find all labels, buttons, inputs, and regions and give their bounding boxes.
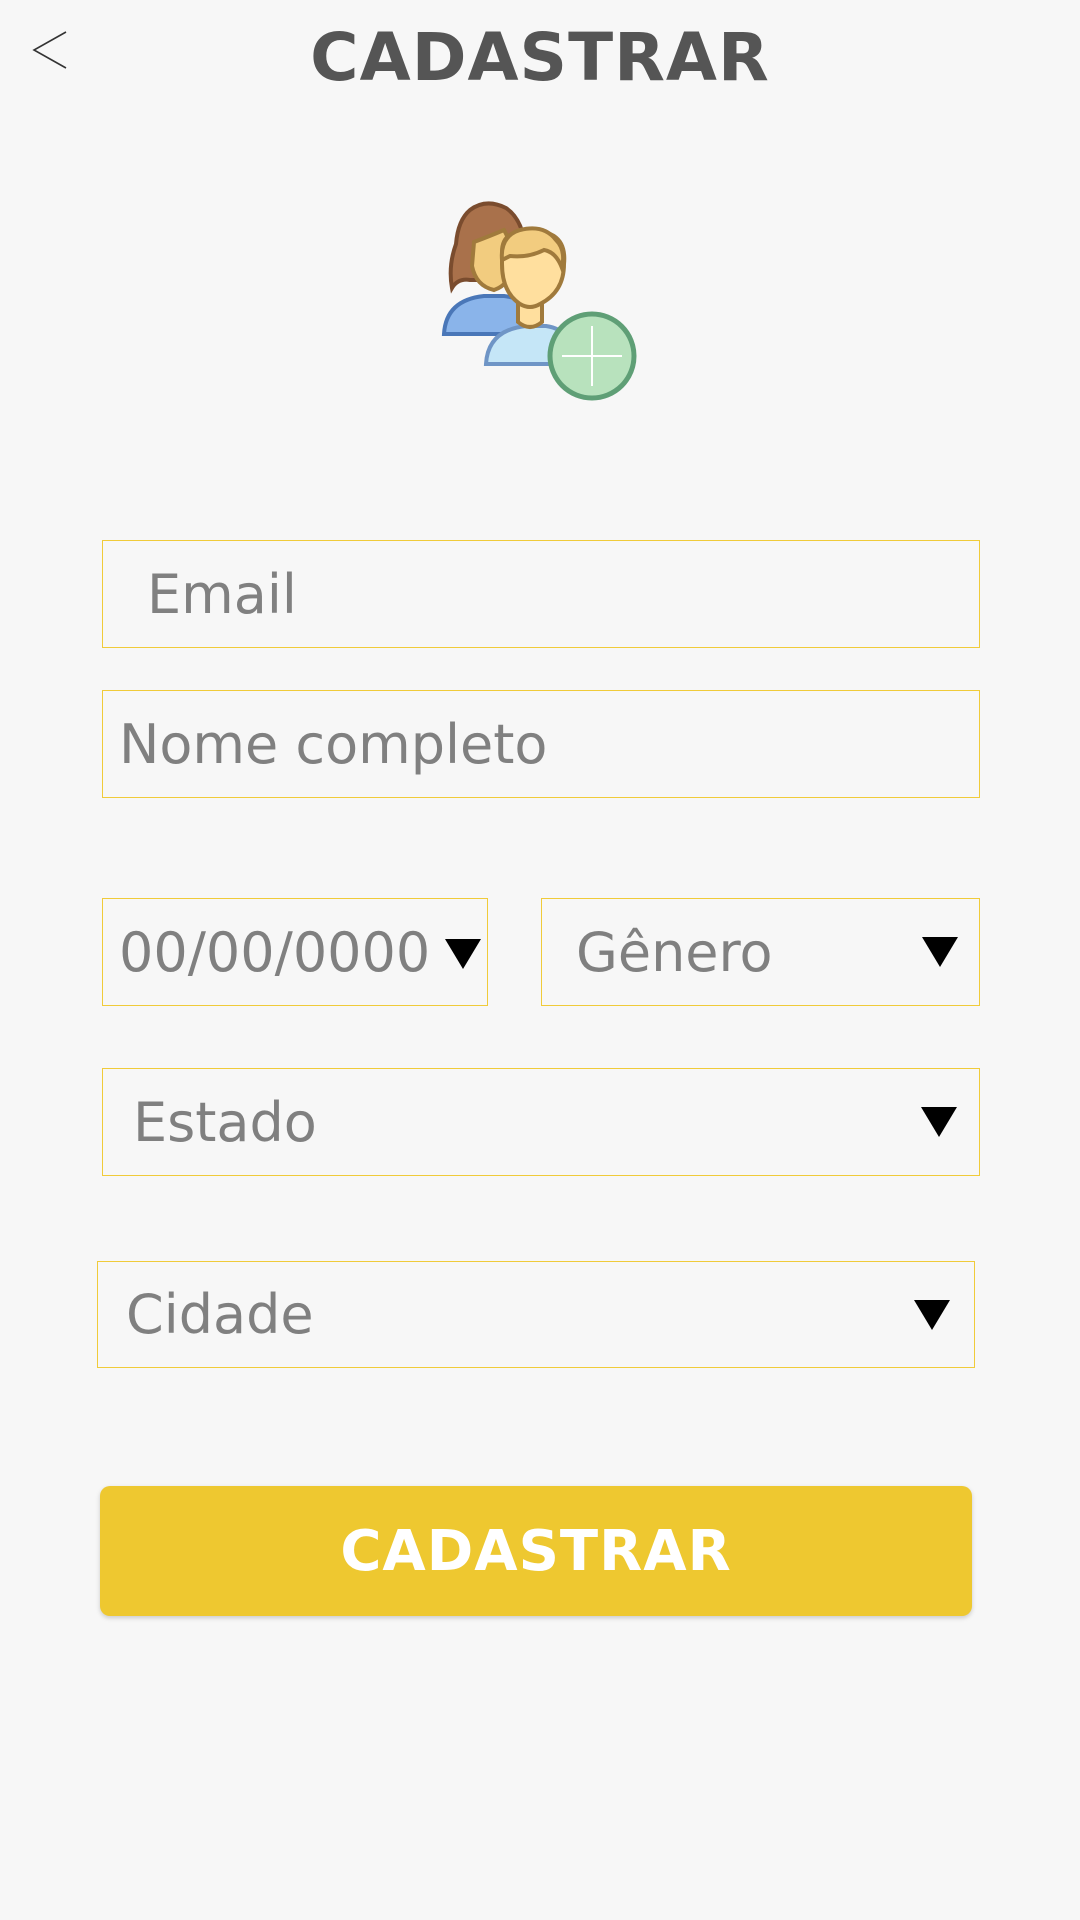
- page-title: CADASTRAR: [310, 19, 770, 96]
- birth-date-field[interactable]: 00/00/0000: [102, 898, 488, 1006]
- email-input[interactable]: [103, 541, 979, 647]
- state-select[interactable]: Estado: [102, 1068, 980, 1176]
- caret-down-icon: [445, 939, 481, 969]
- caret-down-icon: [914, 1300, 950, 1330]
- state-label: Estado: [133, 1090, 317, 1154]
- birth-date-value: 00/00/0000: [119, 920, 431, 984]
- signup-screen: CADASTRAR 00/00/0000 Gênero: [0, 0, 1080, 1920]
- submit-button[interactable]: CADASTRAR: [100, 1486, 972, 1616]
- caret-down-icon: [921, 1107, 957, 1137]
- caret-down-icon: [922, 937, 958, 967]
- city-select[interactable]: Cidade: [97, 1261, 975, 1368]
- gender-select[interactable]: Gênero: [541, 898, 980, 1006]
- add-user-group-icon: [440, 200, 640, 410]
- city-label: Cidade: [126, 1283, 314, 1346]
- email-field: [102, 540, 980, 648]
- full-name-input[interactable]: [103, 691, 979, 797]
- full-name-field: [102, 690, 980, 798]
- gender-label: Gênero: [576, 920, 773, 984]
